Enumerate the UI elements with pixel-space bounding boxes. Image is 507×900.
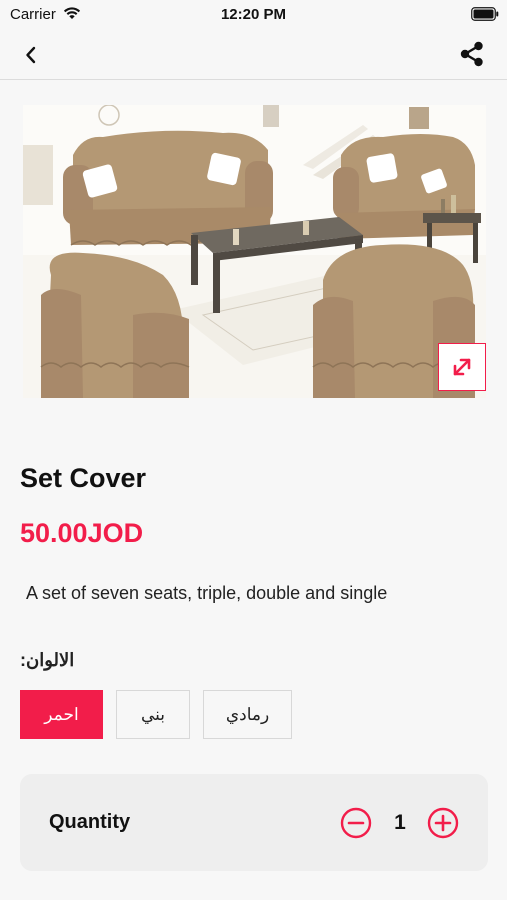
battery-icon — [471, 7, 499, 26]
product-title: Set Cover — [20, 463, 147, 493]
quantity-card: Quantity 1 — [20, 774, 488, 871]
product-image[interactable] — [23, 105, 486, 398]
sofa-set-illustration — [23, 105, 486, 398]
product-description: A set of seven seats, triple, double and… — [26, 583, 388, 603]
colors-label: الالوان: — [20, 650, 75, 670]
decrease-quantity-button[interactable] — [340, 807, 372, 839]
status-time: 12:20 PM — [220, 6, 287, 23]
expand-image-button[interactable] — [438, 343, 486, 391]
chevron-left-icon — [26, 46, 36, 64]
product-price: 50.00JOD — [20, 518, 144, 548]
navigation-bar — [0, 30, 507, 80]
color-option-brown[interactable]: بني — [116, 690, 190, 739]
quantity-label: Quantity — [49, 811, 131, 833]
back-button[interactable] — [16, 40, 46, 70]
color-option-gray[interactable]: رمادي — [203, 690, 292, 739]
increase-quantity-button[interactable] — [427, 807, 459, 839]
color-option-red[interactable]: احمر — [20, 690, 103, 739]
status-bar: Carrier 12:20 PM — [0, 0, 507, 30]
expand-arrows-icon — [453, 358, 471, 376]
quantity-value: 1 — [394, 811, 406, 834]
plus-circle-icon — [427, 807, 459, 839]
share-button[interactable] — [457, 38, 487, 70]
minus-circle-icon — [340, 807, 372, 839]
share-icon — [460, 41, 483, 67]
